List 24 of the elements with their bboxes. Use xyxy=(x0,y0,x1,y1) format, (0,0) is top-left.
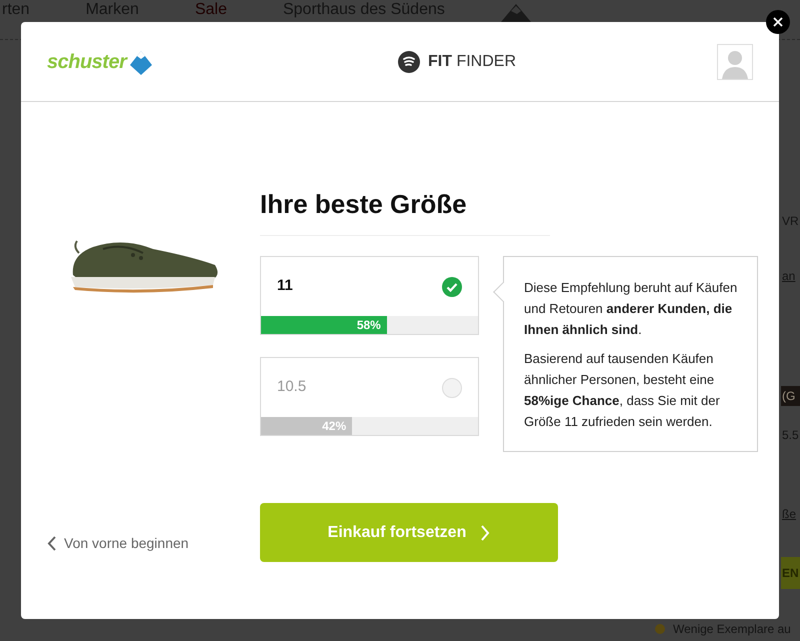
mountain-icon xyxy=(500,4,531,22)
check-icon xyxy=(442,276,462,296)
back-link[interactable]: Von vorne beginnen xyxy=(47,533,260,554)
explanation-text: Basierend auf tausenden Käufen ähnlicher Personen, besteht eine 58%ige Chance, dass Sie mit der Größe 11 zufrieden sein werden. xyxy=(524,350,721,431)
recommendation-title: Ihre beste Größe xyxy=(260,187,550,236)
wifi-logo-icon xyxy=(398,50,420,72)
size-label: 10.5 xyxy=(277,377,306,398)
chevron-right-icon xyxy=(480,524,490,540)
close-button[interactable] xyxy=(766,10,790,34)
probability-fill: 58% xyxy=(261,316,387,334)
radio-icon xyxy=(442,378,462,398)
size-option[interactable]: 10.5 42% xyxy=(260,357,479,436)
nav-item[interactable]: Sale xyxy=(194,0,227,20)
close-icon xyxy=(773,17,783,27)
brand-logo: schuster xyxy=(47,50,126,74)
probability-fill: 42% xyxy=(261,417,352,435)
continue-button[interactable]: Einkauf fortsetzen xyxy=(260,503,558,562)
size-label: 11 xyxy=(277,276,293,296)
size-option[interactable]: 11 58% xyxy=(260,256,479,335)
explanation-text: Diese Empfehlung beruht auf Käufen und Retouren anderer Kunden, die Ihnen ähnlich sind. xyxy=(524,279,738,339)
background-text: (G xyxy=(781,386,800,406)
chevron-left-icon xyxy=(47,536,56,551)
product-title: FIT FINDER xyxy=(428,52,516,72)
mountain-logo-icon xyxy=(128,48,154,74)
